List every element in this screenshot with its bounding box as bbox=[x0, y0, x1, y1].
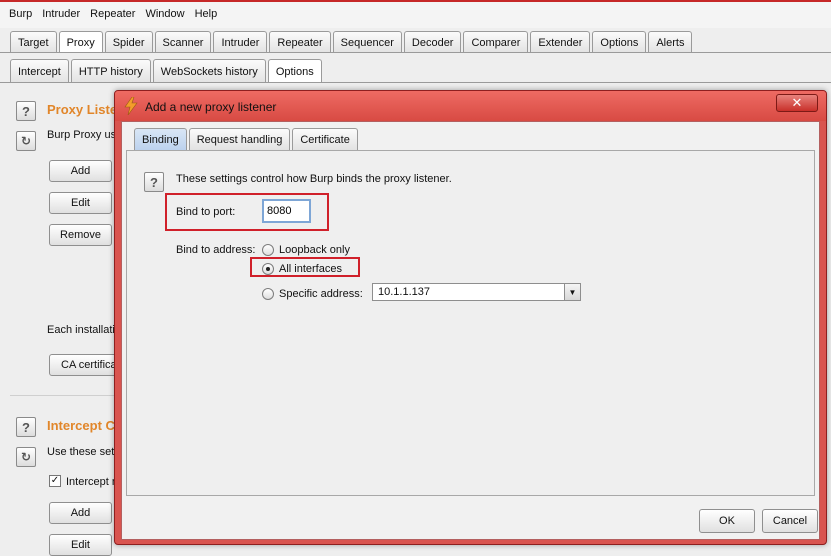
close-icon: ✕ bbox=[791, 95, 803, 110]
tab-repeater[interactable]: Repeater bbox=[269, 31, 331, 53]
section-divider bbox=[10, 395, 116, 396]
subtab-websockets-history[interactable]: WebSockets history bbox=[152, 59, 266, 83]
main-tab-bar: Target Proxy Spider Scanner Intruder Repeater… bbox=[10, 30, 694, 53]
tab-decoder[interactable]: Decoder bbox=[403, 31, 462, 53]
close-button[interactable]: ✕ bbox=[776, 94, 818, 112]
specific-address-value: 10.1.1.137 bbox=[378, 286, 430, 298]
specific-address-select[interactable]: 10.1.1.137 ▼ bbox=[372, 283, 581, 301]
loopback-radio[interactable] bbox=[262, 244, 274, 256]
intercept-checkbox[interactable]: ✓ bbox=[49, 475, 61, 487]
intercept-checkbox-label: Intercept r bbox=[66, 476, 116, 488]
bind-address-label: Bind to address: bbox=[176, 244, 256, 256]
menu-item-help[interactable]: Help bbox=[190, 6, 223, 22]
proxy-listeners-description: Burp Proxy us bbox=[47, 129, 117, 141]
tab-extender[interactable]: Extender bbox=[530, 31, 591, 53]
dialog-titlebar[interactable]: Add a new proxy listener ✕ bbox=[115, 91, 826, 121]
add-listener-button[interactable]: Add bbox=[49, 160, 112, 182]
bind-port-input[interactable] bbox=[262, 199, 311, 223]
cancel-button[interactable]: Cancel bbox=[762, 509, 818, 533]
edit-listener-button[interactable]: Edit bbox=[49, 192, 112, 214]
menu-item-intruder[interactable]: Intruder bbox=[37, 6, 85, 22]
proxy-sub-tab-bar: Intercept HTTP history WebSockets history O… bbox=[10, 59, 324, 83]
remove-listener-button[interactable]: Remove bbox=[49, 224, 112, 246]
intercept-title: Intercept C bbox=[47, 418, 115, 433]
subtab-options[interactable]: Options bbox=[267, 59, 322, 83]
binding-description: These settings control how Burp binds th… bbox=[176, 173, 452, 185]
dialog-title: Add a new proxy listener bbox=[145, 100, 277, 114]
dialog-tab-binding[interactable]: Binding bbox=[134, 128, 187, 150]
help-icon[interactable]: ? bbox=[144, 172, 164, 192]
intercept-description: Use these set bbox=[47, 446, 115, 458]
tab-spider[interactable]: Spider bbox=[104, 31, 153, 53]
add-rule-button[interactable]: Add bbox=[49, 502, 112, 524]
add-proxy-listener-dialog: Add a new proxy listener ✕ Binding Reques… bbox=[114, 90, 827, 545]
menu-item-window[interactable]: Window bbox=[140, 6, 189, 22]
dialog-tab-certificate[interactable]: Certificate bbox=[292, 128, 358, 150]
specific-address-label: Specific address: bbox=[279, 288, 363, 300]
subtab-intercept[interactable]: Intercept bbox=[10, 59, 69, 83]
dialog-body: Binding Request handling Certificate ? The… bbox=[121, 121, 820, 540]
tab-options[interactable]: Options bbox=[592, 31, 647, 53]
tab-comparer[interactable]: Comparer bbox=[463, 31, 529, 53]
binding-panel: ? These settings control how Burp binds … bbox=[126, 150, 815, 496]
help-icon[interactable]: ? bbox=[16, 417, 36, 437]
dialog-tab-bar: Binding Request handling Certificate bbox=[134, 128, 360, 150]
menu-bar: Burp Intruder Repeater Window Help bbox=[0, 0, 831, 28]
main-tab-divider bbox=[0, 52, 831, 53]
menu-item-burp[interactable]: Burp bbox=[4, 6, 37, 22]
tab-sequencer[interactable]: Sequencer bbox=[332, 31, 402, 53]
tab-target[interactable]: Target bbox=[10, 31, 57, 53]
each-installation-text: Each installatio bbox=[47, 324, 121, 336]
all-interfaces-label: All interfaces bbox=[279, 263, 342, 275]
tab-scanner[interactable]: Scanner bbox=[154, 31, 212, 53]
proxy-listeners-title: Proxy Liste bbox=[47, 102, 118, 117]
dialog-tab-request-handling[interactable]: Request handling bbox=[188, 128, 291, 150]
ok-button[interactable]: OK bbox=[699, 509, 755, 533]
tab-alerts[interactable]: Alerts bbox=[648, 31, 693, 53]
refresh-icon[interactable]: ↻ bbox=[16, 131, 36, 151]
chevron-down-icon: ▼ bbox=[564, 284, 580, 300]
help-icon[interactable]: ? bbox=[16, 101, 36, 121]
bind-port-label: Bind to port: bbox=[176, 206, 236, 218]
loopback-label: Loopback only bbox=[279, 244, 350, 256]
tab-intruder[interactable]: Intruder bbox=[213, 31, 268, 53]
all-interfaces-radio[interactable] bbox=[262, 263, 274, 275]
ca-certificate-button[interactable]: CA certifica bbox=[49, 354, 119, 376]
burp-logo-icon bbox=[124, 97, 138, 115]
refresh-icon[interactable]: ↻ bbox=[16, 447, 36, 467]
subtab-http-history[interactable]: HTTP history bbox=[70, 59, 151, 83]
specific-address-radio[interactable] bbox=[262, 288, 274, 300]
top-accent-line bbox=[0, 0, 831, 2]
edit-rule-button[interactable]: Edit bbox=[49, 534, 112, 556]
menu-item-repeater[interactable]: Repeater bbox=[85, 6, 140, 22]
tab-proxy[interactable]: Proxy bbox=[58, 31, 103, 53]
